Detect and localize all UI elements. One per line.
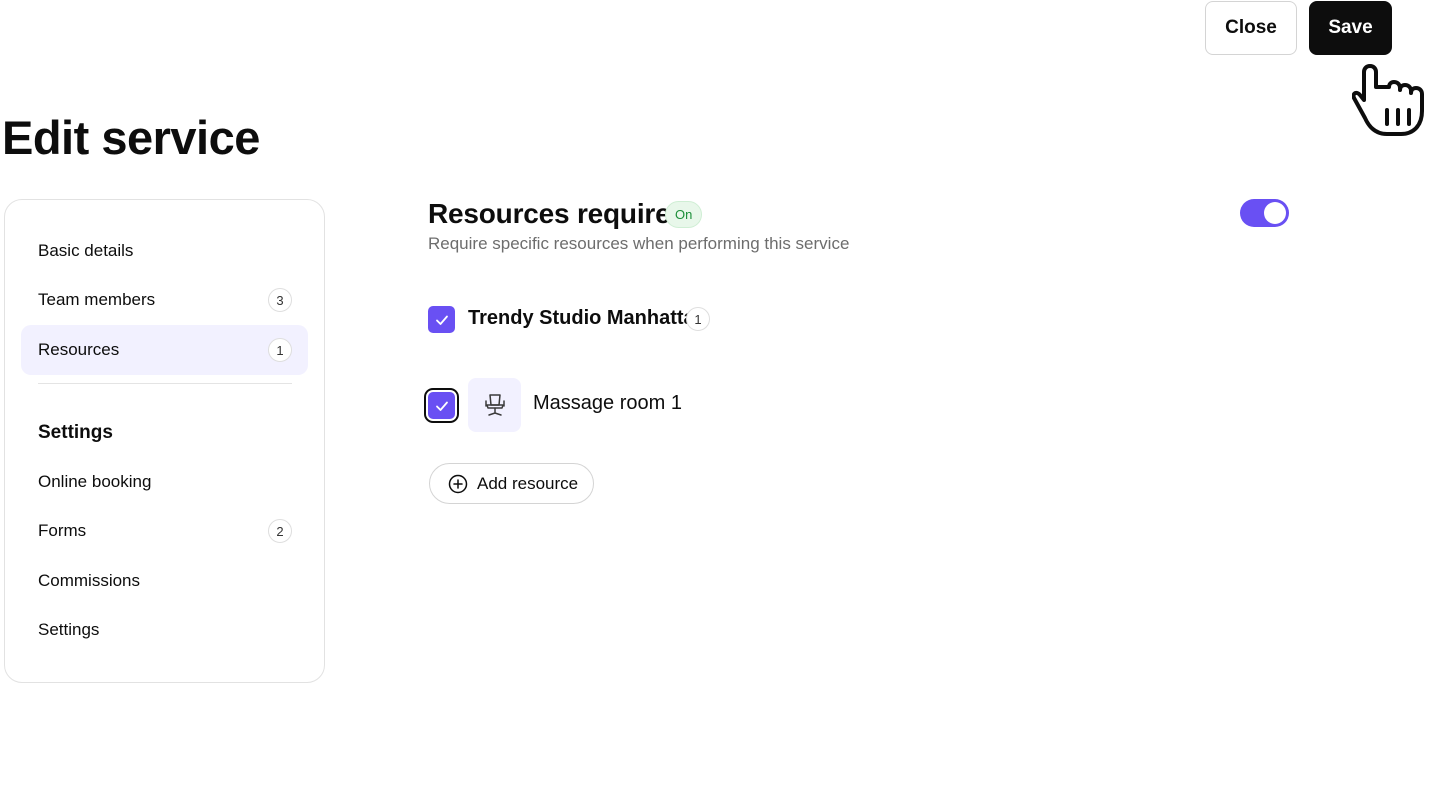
sidebar-item-basic-details[interactable]: Basic details bbox=[21, 226, 308, 276]
location-checkbox[interactable] bbox=[428, 306, 455, 333]
sidebar-item-label: Forms bbox=[38, 521, 87, 540]
sidebar-item-label: Team members bbox=[38, 290, 156, 309]
sidebar-item-online-booking[interactable]: Online booking bbox=[21, 457, 308, 507]
sidebar-item-label: Settings bbox=[38, 620, 100, 639]
check-icon bbox=[435, 315, 448, 325]
toggle-knob bbox=[1264, 202, 1286, 224]
sidebar-item-label: Basic details bbox=[38, 241, 134, 260]
page-title: Edit service bbox=[2, 111, 260, 164]
add-resource-label: Add resource bbox=[477, 473, 579, 493]
section-title: Resources required bbox=[428, 198, 688, 229]
save-button[interactable]: Save bbox=[1309, 1, 1392, 55]
check-icon bbox=[435, 401, 448, 411]
sidebar-heading-settings: Settings bbox=[38, 422, 113, 443]
count-badge: 2 bbox=[268, 519, 292, 543]
plus-circle-icon bbox=[448, 474, 468, 493]
sidebar-item-commissions[interactable]: Commissions bbox=[21, 556, 308, 606]
sidebar-divider bbox=[38, 383, 292, 384]
count-badge: 1 bbox=[268, 338, 292, 362]
edit-service-page: Close Save Edit service Basic details Te… bbox=[0, 0, 1440, 800]
chair-icon bbox=[484, 394, 505, 416]
resource-checkbox[interactable] bbox=[428, 392, 455, 419]
sidebar-item-label: Resources bbox=[38, 340, 120, 359]
count-badge: 1 bbox=[686, 307, 710, 331]
count-badge: 3 bbox=[268, 288, 292, 312]
sidebar-item-settings[interactable]: Settings bbox=[21, 605, 308, 655]
section-subtitle: Require specific resources when performi… bbox=[428, 234, 850, 253]
sidebar-item-forms[interactable]: Forms 2 bbox=[21, 506, 308, 556]
sidebar-nav: Basic details Team members 3 Resources 1… bbox=[4, 199, 325, 683]
hand-pointer-cursor-icon bbox=[1352, 64, 1424, 136]
resource-name: Massage room 1 bbox=[533, 392, 682, 414]
add-resource-button[interactable]: Add resource bbox=[429, 463, 594, 504]
sidebar-item-label: Online booking bbox=[38, 472, 152, 491]
sidebar-item-team-members[interactable]: Team members 3 bbox=[21, 275, 308, 325]
location-name: Trendy Studio Manhattan bbox=[468, 307, 707, 329]
sidebar-item-label: Commissions bbox=[38, 571, 141, 590]
sidebar-item-resources[interactable]: Resources 1 bbox=[21, 325, 308, 375]
resources-required-toggle[interactable] bbox=[1240, 199, 1289, 227]
resource-avatar bbox=[468, 378, 521, 432]
status-badge: On bbox=[665, 201, 703, 228]
close-button[interactable]: Close bbox=[1205, 1, 1297, 55]
